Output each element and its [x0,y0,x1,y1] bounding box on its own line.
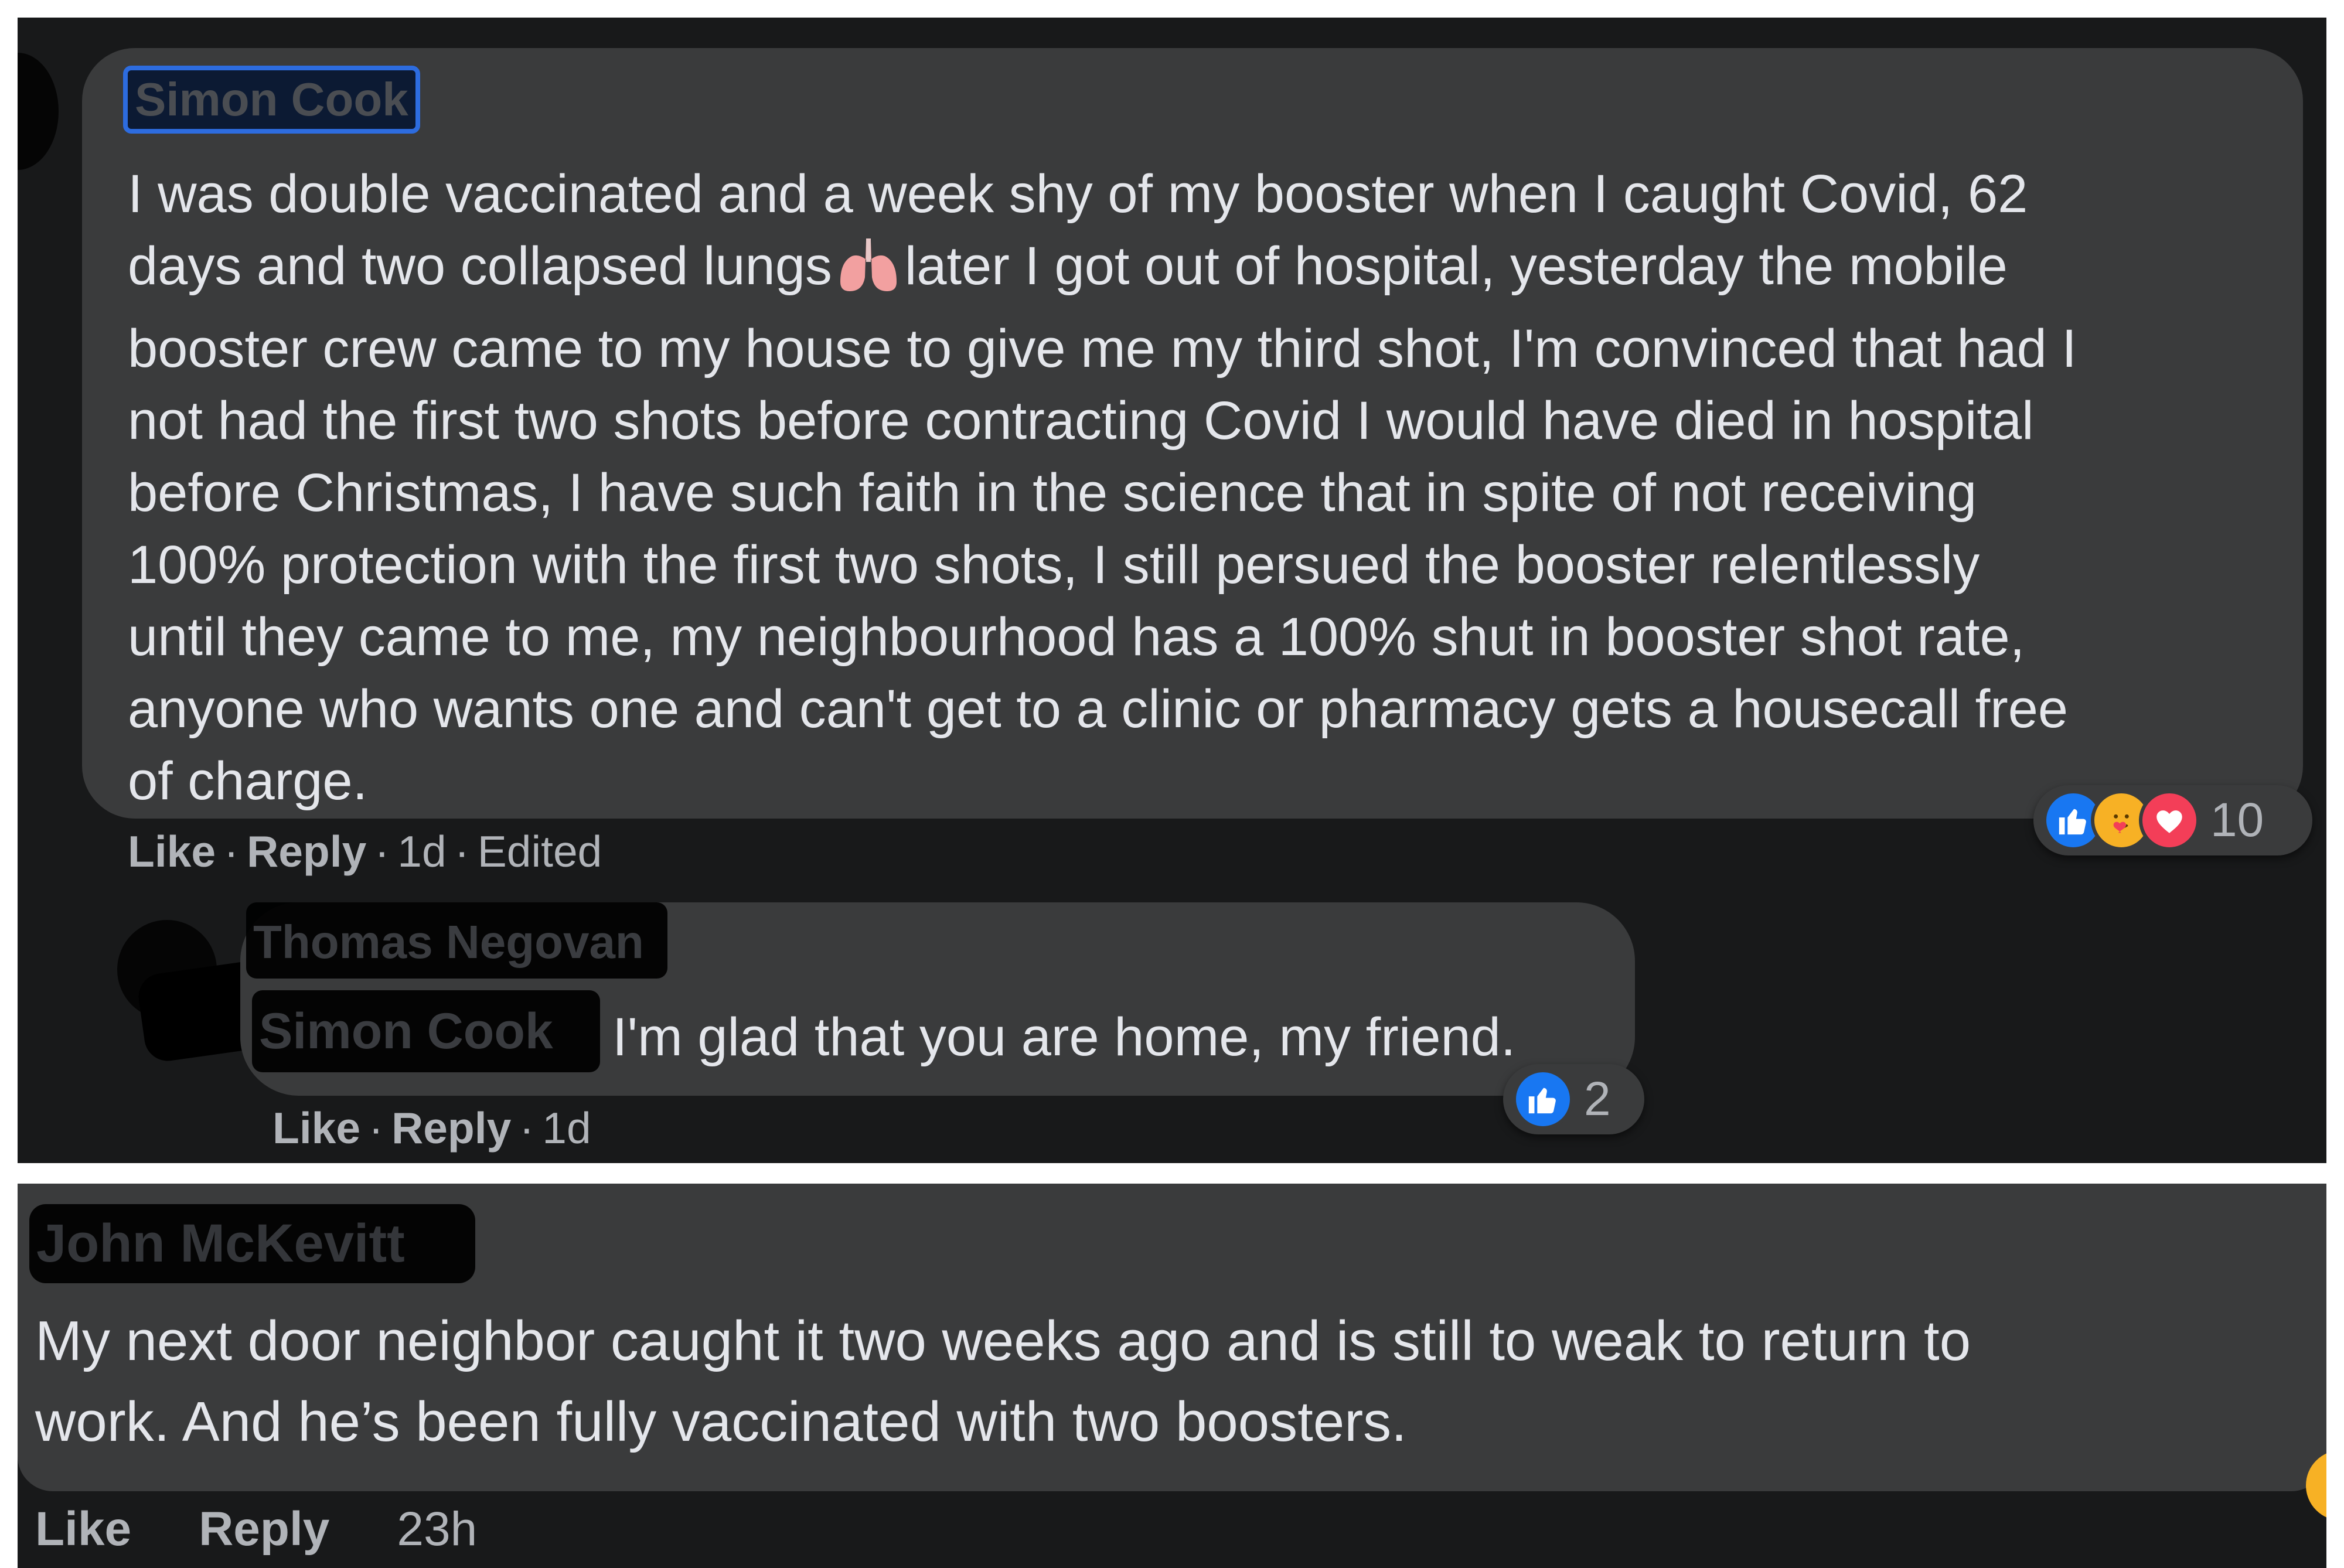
comment-line: booster crew came to my house to give me… [128,319,2077,379]
timestamp[interactable]: 1d [542,1103,591,1153]
reply-author-redacted[interactable]: Thomas Negovan [246,902,667,979]
reaction-count: 2 [1584,1072,1611,1126]
lungs-icon [836,236,901,313]
reaction-summary[interactable]: 2 [1503,1064,1644,1134]
comment-line: before Christmas, I have such faith in t… [128,463,1977,523]
comment-thread-panel: Simon Cook I was double vaccinated and a… [18,18,2326,1163]
timestamp[interactable]: 1d [397,827,446,876]
comment-line: of charge. [128,751,368,811]
like-button[interactable]: Like [128,827,216,876]
reply-text: I'm glad that you are home, my friend. [612,1007,1516,1067]
mention-redacted[interactable]: Simon Cook [252,990,600,1072]
love-icon [2139,790,2200,851]
like-icon [1512,1069,1573,1130]
comment-actions: Like · Reply · 1d · Edited [128,827,602,876]
comment-line: My next door neighbor caught it two week… [35,1310,1971,1372]
comment-line: anyone who wants one and can't get to a … [128,679,2069,739]
like-button[interactable]: Like [35,1502,131,1556]
comment-panel: John McKevitt My next door neighbor caug… [18,1184,2326,1568]
comment-text: My next door neighbor caught it two week… [35,1301,1971,1463]
like-button[interactable]: Like [272,1103,360,1153]
comment-line: I was double vaccinated and a week shy o… [128,164,2028,224]
reaction-count: 10 [2210,793,2264,847]
comment-line-start: days and two collapsed lungs [128,236,832,296]
comment-line: until they came to me, my neighbourhood … [128,607,2025,667]
avatar[interactable] [18,53,59,170]
comment-line: work. And he’s been fully vaccinated wit… [35,1390,1407,1453]
comment-actions: Like Reply 23h [35,1503,477,1556]
comment-author-redacted[interactable]: John McKevitt [29,1204,475,1283]
reaction-summary[interactable]: 10 [2033,785,2312,855]
reply-button[interactable]: Reply [247,827,366,876]
comment-line: days and two collapsed lungs later I got … [128,230,2077,313]
reply-button[interactable]: Reply [391,1103,511,1153]
reply-actions: Like · Reply · 1d [272,1103,591,1153]
comment-line: not had the first two shots before contr… [128,391,2034,451]
timestamp[interactable]: 23h [397,1502,477,1556]
comment-line-end: later I got out of hospital, yesterday t… [904,236,2008,296]
edited-label: Edited [477,827,602,876]
reply-button[interactable]: Reply [199,1502,329,1556]
comment-text: I was double vaccinated and a week shy o… [128,158,2077,817]
comment-line: 100% protection with the first two shots… [128,535,1980,595]
comment-author-redacted[interactable]: Simon Cook [123,66,420,134]
